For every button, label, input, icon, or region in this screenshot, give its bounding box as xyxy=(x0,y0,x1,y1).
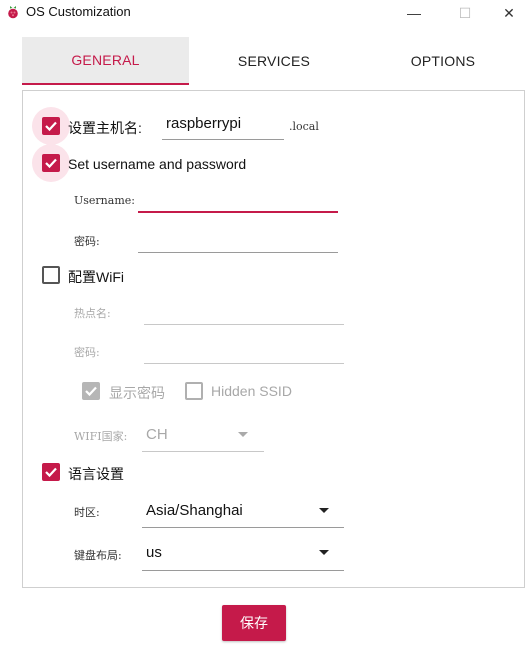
wifi-country-label: WIFI国家: xyxy=(74,430,128,443)
raspberry-icon xyxy=(6,5,20,19)
wifi-checkbox[interactable] xyxy=(42,266,60,284)
password-underline xyxy=(138,252,338,253)
caret-down-icon xyxy=(319,550,329,555)
hostname-checkbox[interactable] xyxy=(42,117,60,135)
locale-label: 语言设置 xyxy=(68,466,124,482)
check-icon xyxy=(45,467,57,478)
close-button[interactable]: ✕ xyxy=(486,0,531,26)
hostname-input[interactable]: raspberrypi xyxy=(166,115,241,132)
check-icon xyxy=(45,121,57,132)
caret-down-icon xyxy=(238,432,248,437)
ssid-underline xyxy=(144,324,344,325)
hostname-label: 设置主机名: xyxy=(68,120,142,136)
wifi-password-underline xyxy=(144,363,344,364)
timezone-select[interactable]: Asia/Shanghai xyxy=(146,502,243,519)
minimize-icon: — xyxy=(407,5,421,21)
show-password-checkbox[interactable] xyxy=(82,382,100,400)
user-checkbox[interactable] xyxy=(42,154,60,172)
minimize-button[interactable]: — xyxy=(391,0,437,26)
timezone-underline xyxy=(142,527,344,528)
tab-services[interactable]: SERVICES xyxy=(189,37,359,85)
wifi-country-underline xyxy=(142,451,264,452)
hidden-ssid-checkbox[interactable] xyxy=(185,382,203,400)
user-label: Set username and password xyxy=(68,156,247,172)
hidden-ssid-label: Hidden SSID xyxy=(211,383,292,399)
window-title: OS Customization xyxy=(26,4,131,19)
timezone-label: 时区: xyxy=(74,506,100,519)
wifi-country-select[interactable]: CH xyxy=(146,426,168,443)
maximize-button[interactable]: ☐ xyxy=(442,0,488,26)
keyboard-label: 键盘布局: xyxy=(74,549,122,562)
username-label: Username: xyxy=(74,194,135,207)
show-password-label: 显示密码 xyxy=(109,385,165,401)
maximize-icon: ☐ xyxy=(458,4,472,21)
hostname-suffix: .local xyxy=(289,120,319,133)
keyboard-underline xyxy=(142,570,344,571)
save-button[interactable]: 保存 xyxy=(222,605,286,641)
tab-general[interactable]: GENERAL xyxy=(22,37,189,85)
check-icon xyxy=(85,386,97,397)
title-bar: OS Customization — ☐ ✕ xyxy=(0,0,531,26)
username-underline xyxy=(138,211,338,213)
password-label: 密码: xyxy=(74,235,100,248)
ssid-label: 热点名: xyxy=(74,307,111,320)
keyboard-select[interactable]: us xyxy=(146,544,162,561)
locale-checkbox[interactable] xyxy=(42,463,60,481)
tab-options[interactable]: OPTIONS xyxy=(359,37,527,85)
caret-down-icon xyxy=(319,508,329,513)
wifi-password-label: 密码: xyxy=(74,346,100,359)
close-icon: ✕ xyxy=(503,4,515,21)
check-icon xyxy=(45,158,57,169)
wifi-label: 配置WiFi xyxy=(68,269,124,285)
hostname-underline xyxy=(162,139,284,140)
